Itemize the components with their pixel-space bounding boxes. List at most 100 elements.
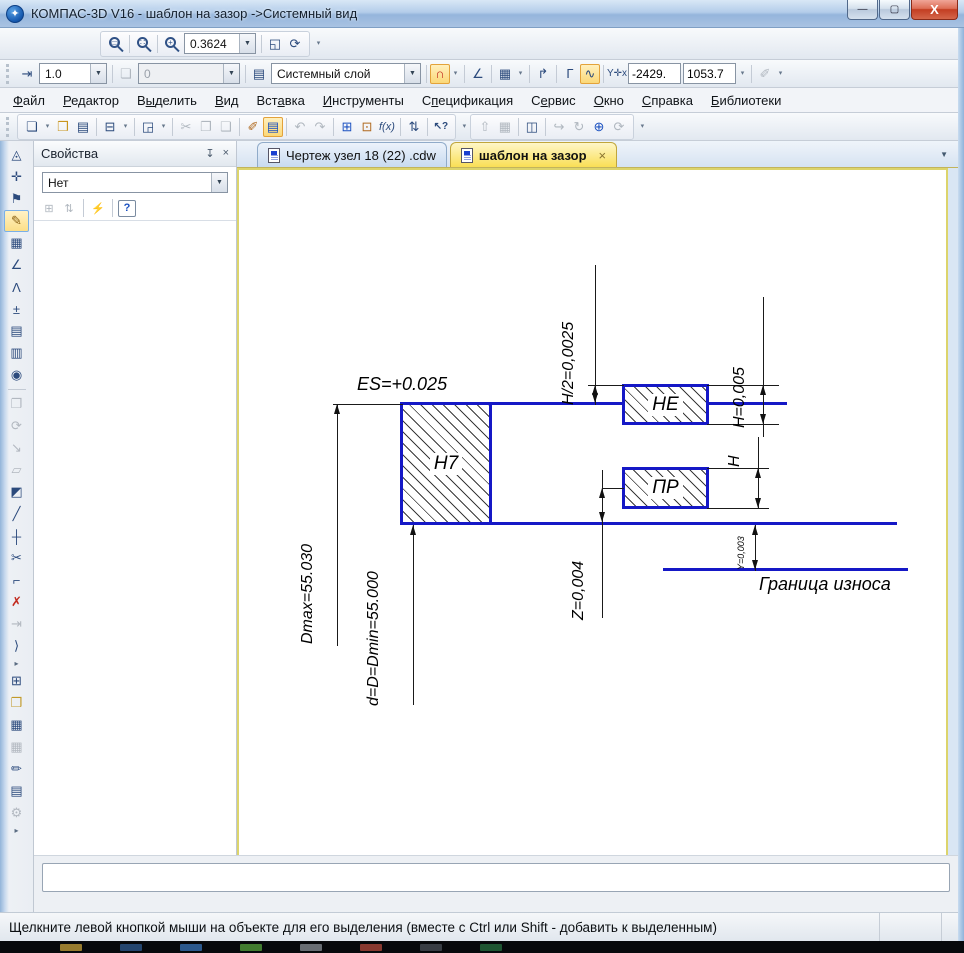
help-icon[interactable]: ? [118, 200, 136, 217]
tool-point[interactable]: ◬ [4, 144, 29, 166]
grid-dropdown[interactable]: ▾ [515, 70, 526, 78]
window-manager-icon[interactable]: ⊞ [337, 117, 357, 137]
tool-spec-edit[interactable]: ✏ [4, 758, 29, 780]
zoom-area-icon[interactable]: ∷ [137, 37, 148, 48]
y-label[interactable]: Y=0,003 [736, 526, 746, 570]
layers-icon[interactable]: ▤ [249, 64, 269, 84]
menu-item[interactable]: Файл [4, 89, 54, 112]
toolbar-overflow[interactable]: ▾ [459, 123, 470, 131]
insert-object-icon[interactable]: ⊕ [589, 117, 609, 137]
refresh-view-icon[interactable]: ⟳ [285, 34, 305, 54]
dmin-dimension-line[interactable] [413, 525, 414, 705]
h7-label[interactable]: H7 [430, 453, 462, 475]
taskbar-icon[interactable] [180, 944, 202, 951]
tool-spec-settings[interactable]: ⚙ [4, 802, 29, 824]
new-document-icon[interactable]: ❏ [22, 117, 42, 137]
angle-snap-icon[interactable]: ∠ [468, 64, 488, 84]
rounding-icon[interactable]: ∿ [580, 64, 600, 84]
step-dropdown-icon[interactable]: ▼ [90, 64, 106, 83]
grid-icon[interactable]: ▦ [495, 64, 515, 84]
preview-dropdown[interactable]: ▾ [158, 123, 169, 131]
toolbar-grip[interactable] [6, 64, 12, 84]
wear-limit-line[interactable] [663, 568, 908, 571]
es-extension-line[interactable] [333, 404, 403, 405]
toolbar-overflow[interactable]: ▾ [313, 40, 324, 48]
copy-properties-icon[interactable]: ✐ [243, 117, 263, 137]
ne-label[interactable]: НЕ [648, 394, 682, 416]
tolerance-zone-h7[interactable]: H7 [400, 402, 492, 525]
variables-icon[interactable]: ⊡ [357, 117, 377, 137]
toolbar-grip[interactable] [6, 117, 12, 137]
tool-spec-grid[interactable]: ▦ [4, 736, 29, 758]
pr-label[interactable]: ПР [648, 477, 682, 499]
coordinate-y-field[interactable] [628, 63, 681, 84]
tab-template-gap[interactable]: шаблон на зазор × [450, 142, 617, 167]
menu-item[interactable]: Сервис [522, 89, 585, 112]
tool-rotate[interactable]: ⟳ [4, 415, 29, 437]
toolbar-expand-handle[interactable]: ▸ [4, 657, 29, 670]
renumber-icon[interactable]: ⇅ [404, 117, 424, 137]
zoom-scale-combobox[interactable]: 0.3624 ▼ [184, 33, 256, 54]
menu-item[interactable]: Выделить [128, 89, 206, 112]
taskbar-icon[interactable] [60, 944, 82, 951]
show-all-icon[interactable]: ◱ [265, 34, 285, 54]
tool-align[interactable]: ⇥ [4, 613, 29, 635]
tool-trim[interactable]: ╱ [4, 503, 29, 525]
taskbar-icon[interactable] [300, 944, 322, 951]
quick-report-icon[interactable]: ⚡ [89, 200, 107, 217]
tool-save-fragment[interactable]: ▤ [4, 320, 29, 342]
tool-scale[interactable]: ↘ [4, 437, 29, 459]
gauge-zone-pr[interactable]: ПР [622, 467, 709, 509]
snap-dropdown[interactable]: ▾ [450, 70, 461, 78]
pin-icon[interactable]: ↧ [205, 147, 214, 160]
tool-contour[interactable]: ⌐ [4, 569, 29, 591]
zoom-in-icon[interactable]: + [165, 37, 176, 48]
menu-item[interactable]: Вид [206, 89, 248, 112]
wear-limit-label[interactable]: Граница износа [759, 574, 891, 595]
minimize-button[interactable]: — [847, 0, 878, 20]
toolbar-overflow[interactable]: ▾ [637, 123, 648, 131]
zoom-scale-value[interactable]: 0.3624 [185, 37, 239, 51]
zoom-by-frame-icon[interactable]: ▭ [109, 37, 120, 48]
step-combobox[interactable]: 1.0 ▼ [39, 63, 107, 84]
menu-item[interactable]: Редактор [54, 89, 128, 112]
tool-select-flag[interactable]: ⚑ [4, 188, 29, 210]
ortho-mode-icon[interactable]: Γ [560, 64, 580, 84]
app-logo-icon[interactable]: ✦ [6, 5, 24, 23]
taskbar-icon[interactable] [480, 944, 502, 951]
tab-label[interactable]: шаблон на зазор [479, 148, 587, 163]
tab-label[interactable]: Чертеж узел 18 (22) .cdw [286, 148, 436, 163]
open-document-icon[interactable]: ❒ [53, 117, 73, 137]
print-icon[interactable]: ⊟ [100, 117, 120, 137]
properties-selector-dropdown-icon[interactable]: ▼ [211, 173, 227, 192]
tool-hatch[interactable]: ▦ [4, 232, 29, 254]
dmax-label[interactable]: Dmax=55.030 [299, 404, 317, 644]
tool-copy-object[interactable]: ◉ [4, 364, 29, 386]
toolbar-overflow[interactable]: ▾ [775, 70, 786, 78]
tool-spec-window[interactable]: ⊞ [4, 670, 29, 692]
zoom-scale-dropdown-icon[interactable]: ▼ [239, 34, 255, 53]
tool-break[interactable]: ✂ [4, 547, 29, 569]
function-icon[interactable]: f(x) [377, 117, 397, 137]
save-icon[interactable]: ▤ [73, 117, 93, 137]
h005-label[interactable]: H=0,005 [731, 294, 749, 428]
properties-selector-combobox[interactable]: Нет ▼ [42, 172, 228, 193]
model-3d-icon[interactable]: ◫ [522, 117, 542, 137]
tool-extend[interactable]: ┼ [4, 525, 29, 547]
z-label[interactable]: Z=0,004 [570, 526, 588, 620]
menu-item[interactable]: Инструменты [314, 89, 413, 112]
toolbar-separator[interactable] [4, 386, 29, 393]
tool-delete[interactable]: ✗ [4, 591, 29, 613]
status-resize-grip[interactable] [941, 913, 955, 941]
properties-icon[interactable]: ▤ [263, 117, 283, 137]
tool-mirror[interactable]: ▱ [4, 459, 29, 481]
panel-close-icon[interactable]: × [223, 147, 229, 160]
taskbar-icon[interactable] [120, 944, 142, 951]
menu-item[interactable]: Окно [585, 89, 633, 112]
z-extension-tick[interactable] [602, 488, 624, 489]
dmax-dimension-line[interactable] [337, 404, 338, 646]
tool-spec-doc[interactable]: ▤ [4, 780, 29, 802]
drawing-canvas[interactable]: H7 НЕ ПР ES=+0.025 H/2=0,0025 H=0,005 H … [237, 168, 958, 855]
tool-compass[interactable]: Λ [4, 276, 29, 298]
coordinate-x-field[interactable] [683, 63, 736, 84]
